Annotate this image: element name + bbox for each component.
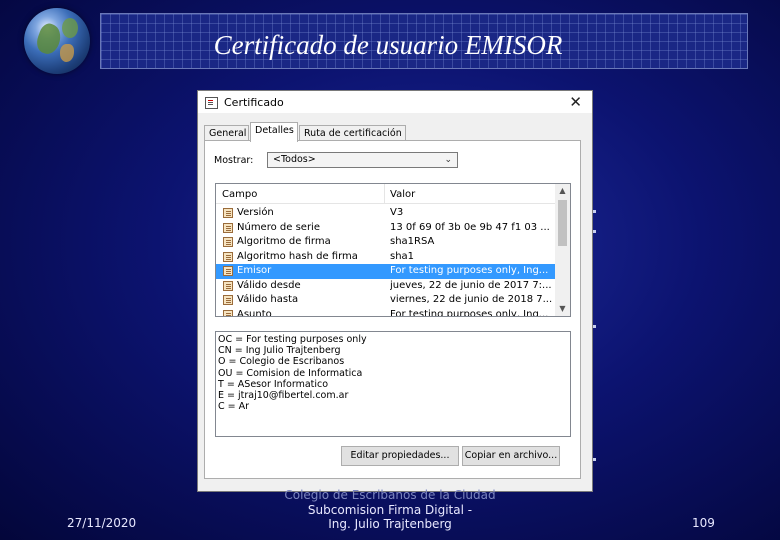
copy-to-file-button[interactable]: Copiar en archivo... — [462, 446, 560, 466]
certificate-dialog: Certificado ✕ General Detalles Ruta de c… — [197, 90, 593, 492]
list-header: Campo Valor — [216, 184, 556, 204]
globe-icon — [24, 8, 90, 74]
close-icon[interactable]: ✕ — [569, 93, 582, 111]
list-item-selected[interactable]: Emisor For testing purposes only, Ing... — [216, 264, 556, 279]
dialog-titlebar: Certificado ✕ — [198, 91, 592, 113]
field-icon — [223, 222, 233, 233]
field-icon — [223, 237, 233, 247]
field-icon — [223, 280, 233, 291]
list-item[interactable]: Número de serie 13 0f 69 0f 3b 0e 9b 47 … — [216, 221, 556, 236]
edit-properties-button[interactable]: Editar propiedades... — [341, 446, 459, 466]
column-header-value[interactable]: Valor — [390, 189, 415, 200]
tab-ruta-certificacion[interactable]: Ruta de certificación — [299, 125, 406, 141]
fields-list[interactable]: Campo Valor Versión V3 Número de serie 1… — [215, 183, 571, 317]
list-item[interactable]: Asunto For testing purposes only, Ing... — [216, 308, 556, 316]
list-item[interactable]: Válido hasta viernes, 22 de junio de 201… — [216, 293, 556, 308]
field-icon — [223, 208, 233, 218]
list-item[interactable]: Algoritmo de firma sha1RSA — [216, 235, 556, 250]
show-label: Mostrar: — [214, 155, 254, 166]
tab-detalles[interactable]: Detalles — [250, 122, 298, 142]
show-select-value: <Todos> — [273, 154, 316, 165]
field-icon — [223, 266, 233, 276]
field-icon — [223, 309, 233, 316]
scroll-down-icon[interactable]: ▼ — [555, 302, 570, 316]
footer-author: Colegio de Escribanos de la Ciudad Subco… — [284, 488, 496, 531]
scroll-up-icon[interactable]: ▲ — [555, 184, 570, 198]
list-item[interactable]: Válido desde jueves, 22 de junio de 2017… — [216, 279, 556, 294]
column-header-field[interactable]: Campo — [222, 189, 257, 200]
vertical-scrollbar[interactable]: ▲ ▼ — [555, 184, 570, 316]
certificate-icon — [205, 97, 218, 109]
tab-general[interactable]: General — [204, 125, 249, 141]
show-select[interactable]: <Todos> ⌄ — [267, 152, 458, 168]
footer-date: 27/11/2020 — [67, 516, 137, 530]
scroll-thumb[interactable] — [558, 200, 567, 246]
field-icon — [223, 251, 233, 262]
page-number: 109 — [692, 516, 715, 530]
chevron-down-icon: ⌄ — [444, 155, 452, 165]
slide-title: Certificado de usuario EMISOR — [213, 30, 563, 60]
list-item[interactable]: Algoritmo hash de firma sha1 — [216, 250, 556, 265]
list-item[interactable]: Versión V3 — [216, 206, 556, 221]
dialog-title: Certificado — [224, 96, 284, 109]
field-icon — [223, 295, 233, 305]
details-panel: Mostrar: <Todos> ⌄ Campo Valor Versión V… — [204, 140, 581, 479]
field-detail-text[interactable]: OC = For testing purposes only CN = Ing … — [215, 331, 571, 437]
